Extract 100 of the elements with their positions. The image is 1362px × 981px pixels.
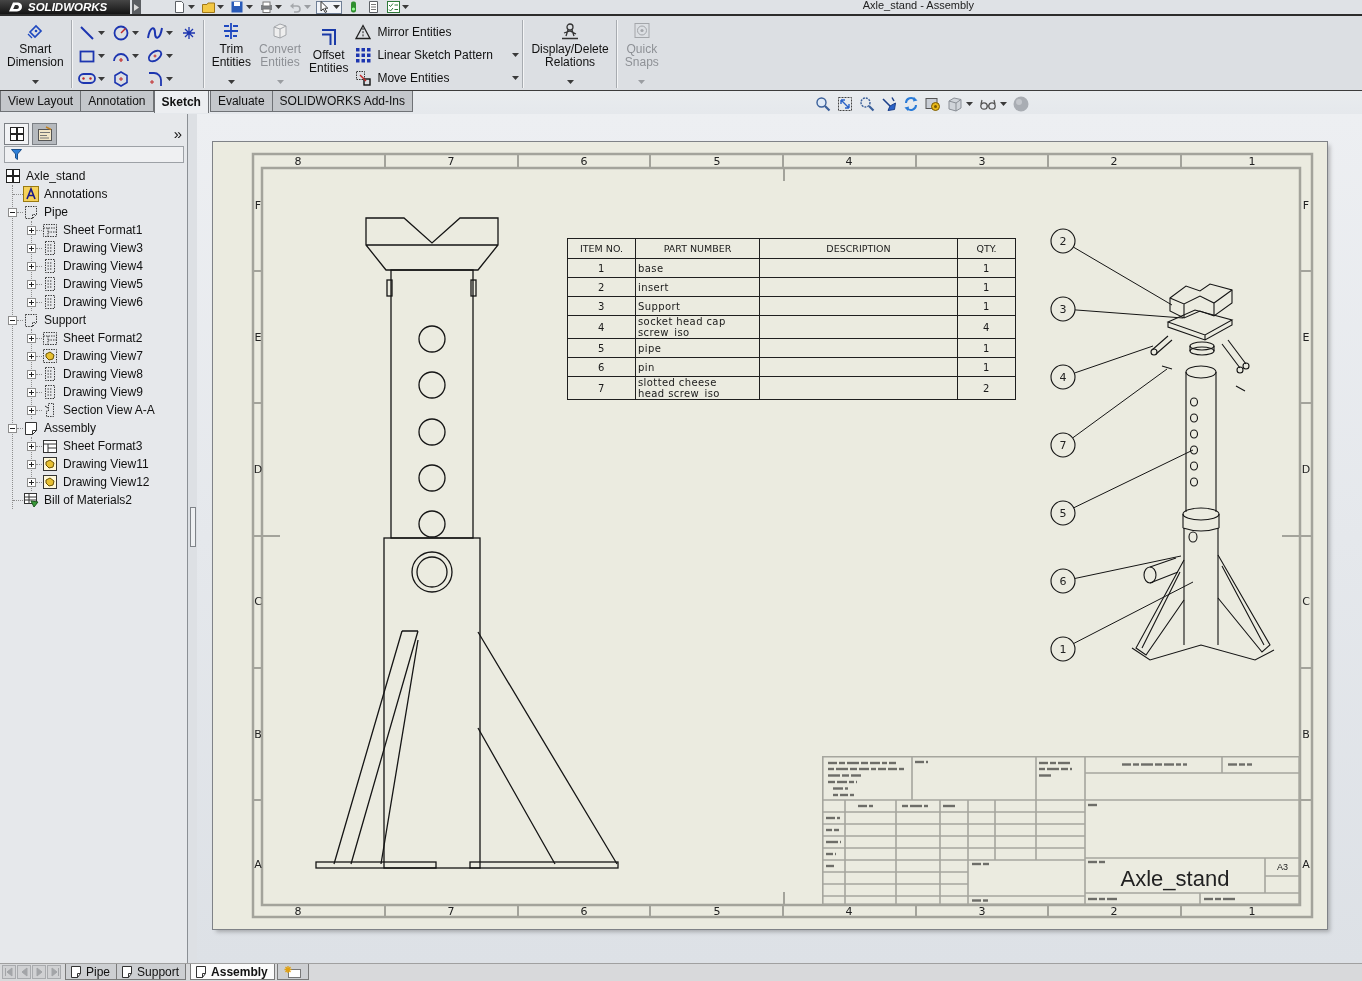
zone-label: 3 — [978, 904, 986, 918]
zone-label: E — [1302, 330, 1310, 344]
sheet-tab[interactable]: Pipe — [65, 964, 118, 980]
splitter-handle[interactable] — [189, 507, 196, 547]
caret-icon — [31, 80, 39, 84]
toolbar-button[interactable] — [229, 0, 255, 14]
add-sheet-button[interactable] — [276, 964, 309, 980]
panel-tab[interactable] — [32, 123, 57, 145]
tree-item[interactable]: Support — [44, 313, 87, 327]
view-frame-icon — [42, 294, 58, 310]
plus-box-icon[interactable] — [27, 441, 36, 451]
view-toolbar-button[interactable] — [925, 96, 941, 112]
expand-panel-button[interactable]: » — [173, 123, 183, 145]
item-balloon: 1 — [1050, 636, 1076, 662]
caret-icon — [566, 80, 574, 84]
zone-label: 5 — [713, 904, 721, 918]
ribbon-button[interactable]: Linear Sketch Pattern — [355, 43, 520, 66]
tree-item[interactable]: Drawing View4 — [63, 259, 143, 273]
plus-box-icon[interactable] — [27, 243, 36, 253]
minus-box-icon[interactable] — [8, 207, 17, 217]
tree-item[interactable]: Sheet Format1 — [63, 223, 143, 237]
plus-box-icon[interactable] — [27, 351, 36, 361]
tree-item[interactable]: Drawing View7 — [63, 349, 143, 363]
tree-item[interactable]: Annotations — [44, 187, 108, 201]
plus-box-icon[interactable] — [27, 477, 36, 487]
fine-print-marks — [1088, 860, 1105, 864]
tree-item[interactable]: Drawing View11 — [63, 457, 149, 471]
caret-icon — [966, 102, 973, 106]
ribbon-tab[interactable]: Evaluate — [209, 91, 273, 112]
tree-item[interactable]: Pipe — [44, 205, 69, 219]
tree-item[interactable]: Drawing View12 — [63, 475, 150, 489]
sheet-tab[interactable]: Support — [116, 964, 187, 980]
page-icon — [121, 965, 134, 978]
ribbon-button[interactable]: Offset Entities — [305, 19, 353, 89]
ribbon-tab[interactable]: View Layout — [0, 91, 82, 112]
table-cell: pipe — [635, 338, 760, 358]
ribbon-tab[interactable]: Annotation — [80, 91, 154, 112]
ribbon-tab[interactable]: SOLIDWORKS Add-Ins — [271, 91, 413, 112]
tree-item[interactable]: Drawing View9 — [63, 385, 143, 399]
view-toolbar-button[interactable] — [947, 96, 973, 112]
tree-item[interactable]: Drawing View6 — [63, 295, 143, 309]
toolbar-button[interactable] — [385, 0, 411, 14]
fine-print-marks — [1088, 803, 1097, 807]
caret-icon — [131, 53, 139, 58]
tree-item[interactable]: Section View A-A — [63, 403, 155, 417]
view-toolbar-button[interactable] — [815, 96, 831, 112]
caret-icon — [246, 5, 253, 9]
zone-label: A — [1302, 857, 1310, 871]
ribbon-button[interactable]: Smart Dimension — [3, 19, 68, 89]
ribbon-tab[interactable]: Sketch — [153, 91, 209, 113]
flyout-button[interactable] — [132, 0, 141, 14]
toolbar-button[interactable] — [258, 0, 284, 14]
plus-box-icon[interactable] — [27, 297, 36, 307]
filter-field[interactable] — [4, 146, 184, 163]
fine-print-marks — [1088, 897, 1117, 901]
sketch-tool-button[interactable] — [111, 23, 139, 42]
ribbon-button[interactable]: Move Entities — [355, 66, 520, 89]
page-icon — [195, 965, 208, 978]
view-toolbar-button[interactable] — [837, 96, 853, 112]
plus-box-icon[interactable] — [27, 261, 36, 271]
ribbon-button[interactable]: Trim Entities — [207, 19, 256, 89]
sheet-tab[interactable]: Assembly — [190, 964, 275, 980]
column-header: DESCRIPTION — [759, 238, 958, 259]
zone-label: B — [254, 727, 262, 741]
zone-label: 8 — [294, 154, 302, 168]
tree-item[interactable]: Axle_stand — [26, 169, 86, 183]
tree-item[interactable]: Drawing View3 — [63, 241, 143, 255]
view-toolbar-button[interactable] — [859, 96, 875, 112]
panel-tab[interactable] — [4, 123, 29, 145]
plus-box-icon[interactable] — [27, 333, 36, 343]
plus-box-icon[interactable] — [27, 279, 36, 289]
column-header: PART NUMBER — [635, 238, 760, 259]
sketch-tool-button[interactable] — [77, 23, 105, 42]
tree-item[interactable]: Bill of Materials2 — [44, 493, 133, 507]
plus-box-icon[interactable] — [27, 369, 36, 379]
ribbon-button[interactable]: Mirror Entities — [355, 20, 520, 43]
plus-box-icon[interactable] — [27, 459, 36, 469]
plus-box-icon[interactable] — [27, 405, 36, 415]
minus-box-icon[interactable] — [8, 315, 17, 325]
tree-item[interactable]: Drawing View5 — [63, 277, 143, 291]
toolbar-button[interactable] — [200, 0, 226, 14]
zone-label: F — [1302, 198, 1310, 212]
tree-item[interactable]: Sheet Format2 — [63, 331, 143, 345]
zone-label: 8 — [294, 904, 302, 918]
plus-box-icon[interactable] — [27, 225, 36, 235]
toolbar-button[interactable] — [316, 0, 342, 14]
caret-icon — [512, 52, 520, 57]
magnifier-icon — [859, 96, 875, 112]
view-frame-icon — [42, 384, 58, 400]
view-toolbar-button[interactable] — [881, 96, 897, 112]
tree-item[interactable]: Sheet Format3 — [63, 439, 143, 453]
tree-item[interactable]: Assembly — [44, 421, 96, 435]
refresh-icon — [903, 96, 919, 112]
zone-label: 3 — [978, 154, 986, 168]
plus-box-icon[interactable] — [27, 387, 36, 397]
tree-item[interactable]: Drawing View8 — [63, 367, 143, 381]
dot-grid-icon — [355, 46, 372, 63]
minus-box-icon[interactable] — [8, 423, 17, 433]
ribbon-button[interactable]: Display/Delete Relations — [527, 19, 613, 89]
view-toolbar-button[interactable] — [903, 96, 919, 112]
